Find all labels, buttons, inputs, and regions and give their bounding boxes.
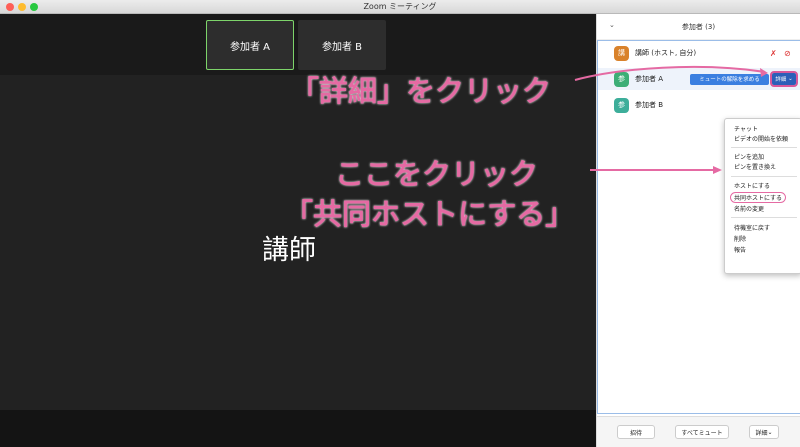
participant-name: 講師 (ホスト, 自分) [635, 49, 697, 57]
thumbnail-strip: 参加者 A 参加者 B [0, 14, 596, 75]
panel-header: ⌄ 参加者 (3) [597, 14, 800, 40]
participant-row-a[interactable]: 参 参加者 A ミュートの解除を求める 詳細 ⌄ [598, 68, 800, 90]
participant-name: 参加者 B [635, 101, 664, 109]
mic-muted-icon: ✗ [770, 48, 777, 58]
menu-divider [731, 176, 797, 177]
window-titlebar: Zoom ミーティング [0, 0, 800, 14]
menu-divider [731, 217, 797, 218]
more-dropdown-menu: チャット ビデオの開始を依頼 ピンを追加 ピンを置き換え ホストにする 共同ホス… [724, 118, 800, 274]
annotation-click-here: ここをクリック [335, 157, 539, 191]
menu-item-add-pin[interactable]: ピンを追加 [734, 152, 764, 161]
thumbnail-label: 参加者 B [321, 41, 363, 53]
annotation-click-more: 「詳細」をクリック [290, 74, 552, 108]
menu-item-remove[interactable]: 削除 [734, 234, 746, 243]
avatar: 参 [614, 97, 629, 113]
participant-row-host[interactable]: 講 講師 (ホスト, 自分) ✗ ⊘ [598, 42, 800, 64]
ask-to-unmute-button[interactable]: ミュートの解除を求める [690, 73, 769, 85]
participant-name: 参加者 A [635, 75, 664, 83]
main-speaker-name: 講師 [262, 235, 316, 266]
participants-panel: ⌄ 参加者 (3) 講 講師 (ホスト, 自分) ✗ ⊘ 参 参加者 A ミュー… [596, 14, 800, 447]
mute-all-button[interactable]: すべてミュート [675, 425, 729, 439]
more-button-label: 詳細 [775, 77, 787, 83]
menu-item-make-cohost[interactable]: 共同ホストにする [730, 192, 787, 203]
panel-footer: 招待 すべてミュート 詳細 ⌄ [597, 416, 800, 447]
menu-item-replace-pin[interactable]: ピンを置き換え [734, 162, 776, 171]
more-button[interactable]: 詳細 ⌄ [770, 71, 798, 87]
menu-item-rename[interactable]: 名前の変更 [734, 204, 764, 213]
menu-item-report[interactable]: 報告 [734, 245, 746, 254]
invite-button[interactable]: 招待 [617, 425, 655, 439]
annotation-make-cohost: 「共同ホストにする」 [284, 197, 575, 231]
menu-item-ask-start-video[interactable]: ビデオの開始を依頼 [734, 134, 788, 143]
window-title: Zoom ミーティング [363, 2, 437, 11]
participant-list: 講 講師 (ホスト, 自分) ✗ ⊘ 参 参加者 A ミュートの解除を求める 詳… [597, 40, 800, 414]
thumbnail-participant-b[interactable]: 参加者 B [298, 20, 386, 70]
panel-title: 参加者 (3) [681, 22, 716, 31]
participant-row-b[interactable]: 参 参加者 B [598, 94, 800, 116]
menu-divider [731, 147, 797, 148]
footer-more-label: 詳細 [755, 429, 768, 437]
thumbnail-label: 参加者 A [229, 41, 271, 53]
menu-item-move-to-waiting-room[interactable]: 待機室に戻す [734, 223, 770, 232]
menu-item-make-host[interactable]: ホストにする [734, 181, 770, 190]
menu-item-chat[interactable]: チャット [734, 124, 758, 133]
thumbnail-participant-a[interactable]: 参加者 A [206, 20, 294, 70]
collapse-chevron-icon[interactable]: ⌄ [609, 21, 615, 29]
meeting-toolbar [0, 410, 596, 447]
footer-more-button[interactable]: 詳細 ⌄ [749, 425, 779, 439]
avatar: 講 [614, 45, 629, 61]
avatar: 参 [614, 71, 629, 87]
video-off-icon: ⊘ [784, 48, 791, 58]
